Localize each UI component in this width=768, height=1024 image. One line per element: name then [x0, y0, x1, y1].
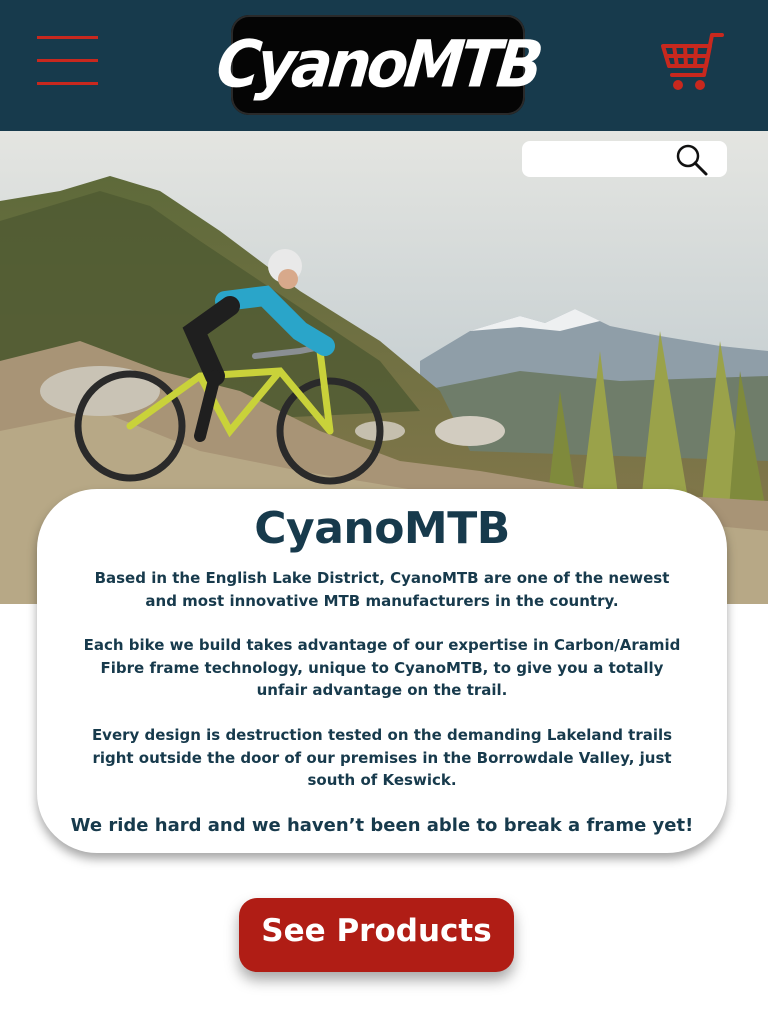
intro-paragraph: Based in the English Lake District, Cyan… [94, 569, 670, 610]
site-logo[interactable]: CyanoMTB [213, 15, 543, 115]
see-products-button[interactable]: See Products [239, 898, 514, 972]
hamburger-menu-icon[interactable] [37, 36, 98, 86]
intro-tagline: We ride hard and we haven’t been able to… [70, 815, 694, 836]
intro-paragraph: Each bike we build takes advantage of ou… [83, 636, 681, 699]
logo-text: CyanoMTB [213, 27, 543, 103]
search-input[interactable] [532, 141, 676, 179]
site-header: CyanoMTB [0, 0, 768, 131]
intro-paragraph: Every design is destruction tested on th… [91, 726, 673, 789]
search-icon[interactable] [672, 141, 712, 177]
shopping-cart-icon[interactable] [660, 30, 726, 94]
menu-bar [37, 59, 98, 62]
menu-bar [37, 36, 98, 39]
intro-title: CyanoMTB [254, 503, 510, 554]
intro-card: CyanoMTB Based in the English Lake Distr… [37, 489, 727, 853]
menu-bar [37, 82, 98, 85]
